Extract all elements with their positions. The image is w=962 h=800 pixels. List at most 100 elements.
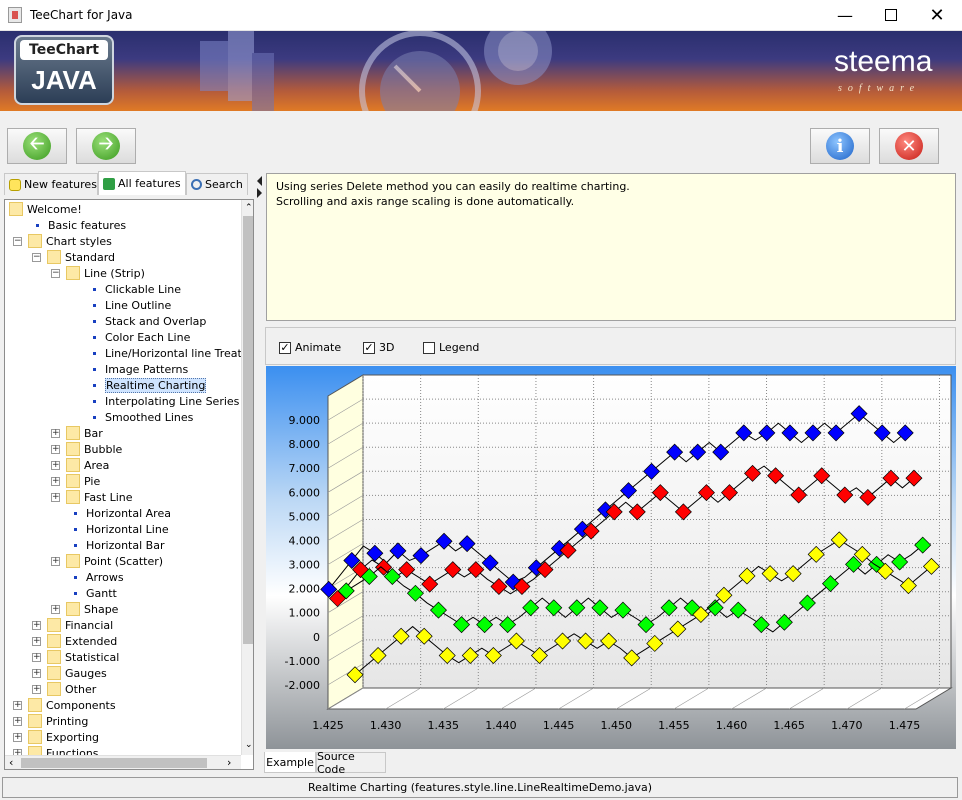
java-app-icon: [8, 7, 22, 23]
tree-item-label: Line Outline: [105, 299, 172, 312]
tree-hscroll-thumb[interactable]: [21, 758, 207, 768]
collapse-icon[interactable]: −: [51, 269, 60, 278]
tree-folder[interactable]: + Point (Scatter): [51, 554, 163, 570]
bullet-icon: [74, 544, 77, 547]
realtime-line-chart[interactable]: 9.000 8.000 7.000 6.000 5.000 4.000 3.000 2.000…: [266, 366, 956, 749]
expand-icon[interactable]: +: [32, 637, 41, 646]
expand-icon[interactable]: +: [13, 733, 22, 742]
tree-folder[interactable]: + Fast Line: [51, 490, 133, 506]
collapse-icon[interactable]: −: [32, 253, 41, 262]
tree-folder[interactable]: + Pie: [51, 474, 100, 490]
expand-icon[interactable]: +: [13, 701, 22, 710]
collapse-icon[interactable]: −: [13, 237, 22, 246]
tree-item[interactable]: Line Outline: [85, 298, 171, 314]
tree-horizontal-scrollbar[interactable]: ‹ ›: [5, 755, 241, 769]
teechart-java-logo: TeeChart JAVA: [14, 35, 114, 105]
forward-button[interactable]: 🡢: [76, 128, 136, 164]
tab-example[interactable]: Example: [264, 752, 316, 773]
tree-item[interactable]: Arrows: [66, 570, 124, 586]
maximize-button[interactable]: [868, 0, 914, 30]
exit-button[interactable]: ✕: [879, 128, 939, 164]
tree-folder[interactable]: + Bar: [51, 426, 103, 442]
close-icon: ✕: [929, 4, 945, 26]
tab-search[interactable]: Search: [186, 173, 248, 195]
animate-checkmark[interactable]: ✓: [279, 341, 291, 354]
status-text: Realtime Charting (features.style.line.L…: [307, 781, 653, 794]
expand-icon[interactable]: +: [51, 445, 60, 454]
tree-item[interactable]: Horizontal Area: [66, 506, 171, 522]
scroll-left-icon[interactable]: ‹: [9, 756, 13, 769]
maximize-icon: [885, 9, 897, 21]
tab-source-code-label: Source Code: [317, 749, 355, 776]
expand-icon[interactable]: +: [51, 605, 60, 614]
tree-folder[interactable]: − Line (Strip): [51, 266, 145, 282]
minimize-button[interactable]: —: [822, 0, 868, 30]
tree-vertical-scrollbar[interactable]: ⌃ ⌄: [241, 200, 253, 755]
tree-folder[interactable]: Welcome!: [9, 202, 82, 218]
tree-scroll-thumb[interactable]: [243, 216, 253, 644]
chart-panel[interactable]: 9.000 8.000 7.000 6.000 5.000 4.000 3.000 2.000…: [266, 366, 956, 749]
tree-folder[interactable]: + Exporting: [13, 730, 99, 746]
tree-folder[interactable]: + Shape: [51, 602, 118, 618]
tree-item[interactable]: Smoothed Lines: [85, 410, 193, 426]
tree-folder[interactable]: − Standard: [32, 250, 115, 266]
expand-icon[interactable]: +: [51, 493, 60, 502]
3d-checkmark[interactable]: ✓: [363, 341, 375, 354]
tree-item[interactable]: Interpolating Line Series: [85, 394, 239, 410]
folder-icon: [47, 650, 61, 664]
y-tick-label: 3.000: [289, 559, 321, 572]
expand-icon[interactable]: +: [51, 557, 60, 566]
tree-item[interactable]: Color Each Line: [85, 330, 190, 346]
tree-item[interactable]: Stack and Overlap: [85, 314, 206, 330]
expand-icon[interactable]: +: [32, 621, 41, 630]
panel-splitter[interactable]: [256, 172, 264, 772]
info-button[interactable]: i: [810, 128, 870, 164]
legend-checkbox[interactable]: Legend: [423, 341, 479, 354]
tree-item[interactable]: Line/Horizontal line TreatNul: [85, 346, 253, 362]
back-button[interactable]: 🡠: [7, 128, 67, 164]
tree-item[interactable]: Basic features: [28, 218, 126, 234]
bullet-icon: [93, 384, 96, 387]
tree-folder[interactable]: + Statistical: [32, 650, 119, 666]
close-window-button[interactable]: ✕: [914, 0, 960, 30]
scroll-up-icon[interactable]: ⌃: [245, 203, 253, 213]
tree-folder[interactable]: + Components: [13, 698, 116, 714]
tree-item[interactable]: Realtime Charting: [85, 378, 207, 394]
expand-icon[interactable]: +: [32, 685, 41, 694]
tab-source-code[interactable]: Source Code: [316, 749, 386, 776]
expand-icon[interactable]: +: [51, 461, 60, 470]
tree-item[interactable]: Horizontal Line: [66, 522, 169, 538]
tree-item[interactable]: Gantt: [66, 586, 117, 602]
collapse-right-icon[interactable]: [257, 188, 262, 198]
tree-folder[interactable]: + Other: [32, 682, 96, 698]
expand-icon[interactable]: +: [51, 477, 60, 486]
tree-item[interactable]: Image Patterns: [85, 362, 188, 378]
tab-new-features[interactable]: New features: [4, 173, 98, 195]
logo-teechart-text: TeeChart: [20, 40, 108, 60]
arrow-right-icon: 🡢: [92, 132, 120, 160]
folder-icon: [66, 266, 80, 280]
animate-checkbox[interactable]: ✓ Animate: [279, 341, 341, 354]
chart-left-wall: [327, 374, 364, 710]
tree-folder[interactable]: + Area: [51, 458, 109, 474]
scroll-right-icon[interactable]: ›: [227, 756, 231, 769]
tree-item[interactable]: Clickable Line: [85, 282, 181, 298]
tree-folder[interactable]: + Bubble: [51, 442, 122, 458]
chart-options-bar: ✓ Animate ✓ 3D Legend: [265, 327, 956, 365]
scroll-down-icon[interactable]: ⌄: [245, 740, 253, 750]
tree-item[interactable]: Horizontal Bar: [66, 538, 164, 554]
expand-icon[interactable]: +: [32, 653, 41, 662]
expand-icon[interactable]: +: [13, 717, 22, 726]
feature-tree[interactable]: Welcome! Basic features − Chart styles − Stan…: [4, 199, 254, 770]
collapse-left-icon[interactable]: [257, 176, 262, 186]
legend-checkmark[interactable]: [423, 341, 435, 354]
tree-folder[interactable]: + Extended: [32, 634, 117, 650]
expand-icon[interactable]: +: [51, 429, 60, 438]
3d-checkbox[interactable]: ✓ 3D: [363, 341, 394, 354]
tree-folder[interactable]: + Gauges: [32, 666, 107, 682]
tree-folder[interactable]: + Printing: [13, 714, 88, 730]
expand-icon[interactable]: +: [32, 669, 41, 678]
tree-folder[interactable]: − Chart styles: [13, 234, 112, 250]
tree-folder[interactable]: + Financial: [32, 618, 113, 634]
tab-all-features[interactable]: All features: [98, 171, 186, 195]
